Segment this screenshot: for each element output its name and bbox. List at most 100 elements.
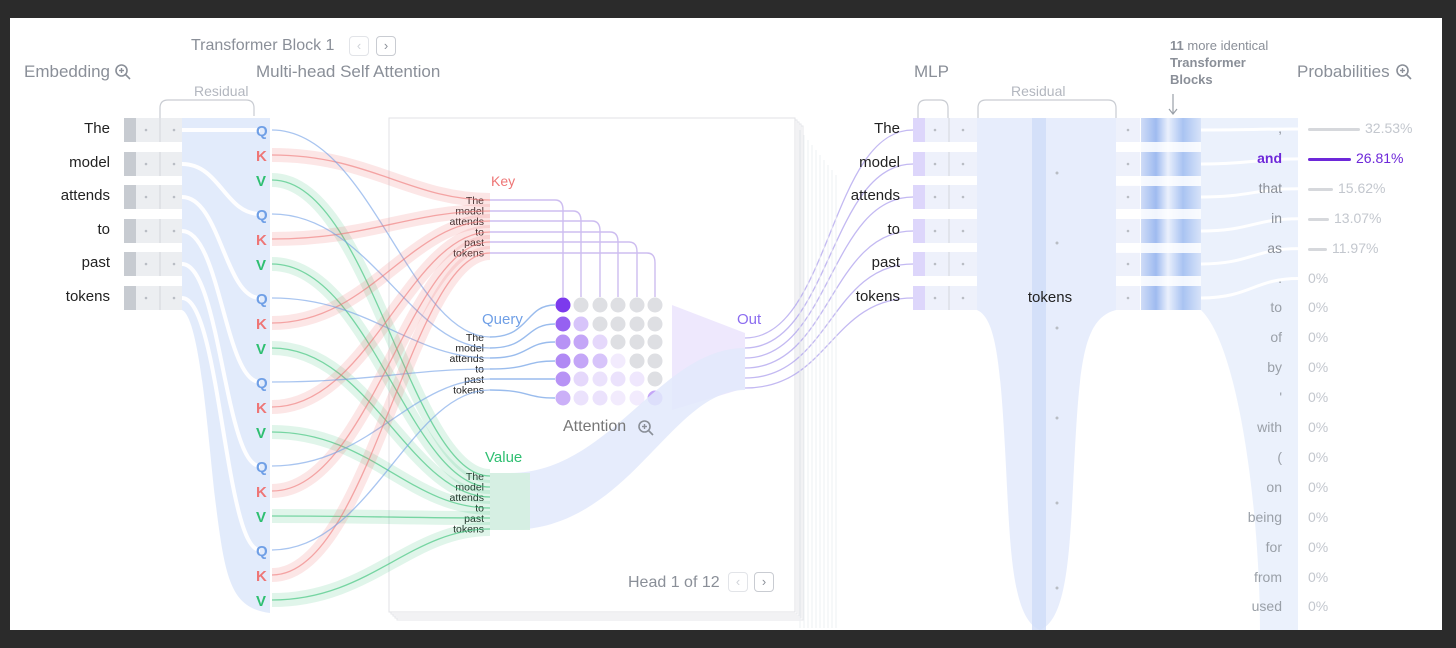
mlp-vector [925,152,977,176]
key-label: Key [491,173,516,189]
embedding-columns [124,118,182,310]
input-token: The [84,120,110,137]
mlp-vector [925,185,977,209]
embedding-dot [172,262,176,266]
probability-token[interactable]: ( [1222,449,1282,465]
probability-value: 11.97% [1332,239,1379,256]
embedding-dot [144,262,148,266]
mlp-cell [913,152,925,176]
attention-cell [573,316,589,332]
attention-cell [592,334,608,350]
probability-token[interactable]: on [1222,479,1282,495]
mlp-dot [933,262,937,266]
block-row-gap [1116,176,1201,186]
mlp-input-token: model [859,154,900,171]
probability-token[interactable]: of [1222,329,1282,345]
attention-cell [592,371,608,387]
probability-token[interactable]: as [1222,240,1282,256]
out-label: Out [737,311,762,328]
probability-token[interactable]: by [1222,359,1282,375]
residual-label-2: Residual [1011,83,1066,99]
prev-head-button[interactable]: ‹ [728,572,748,592]
attention-cell [573,390,589,406]
probabilities-zoom-icon[interactable] [1395,63,1413,81]
mlp-dot [933,128,937,132]
attention-cell [555,390,571,406]
probability-token[interactable]: in [1222,210,1282,226]
mlp-dot [933,195,937,199]
probability-token[interactable]: with [1222,419,1282,435]
mlp-dot [933,229,937,233]
attention-cell [573,371,589,387]
probability-bar [1308,128,1360,131]
mlp-hidden-dot [1055,241,1059,245]
attention-label: Attention [563,418,627,435]
mlp-dot [961,195,965,199]
head-label: Head 1 of 12 [628,574,720,591]
mlp-hidden-dot [1055,326,1059,330]
probability-value: 0% [1308,329,1329,346]
more-blocks-count: 11 [1170,38,1184,53]
next-head-button[interactable]: › [754,572,774,592]
embedding-dot [144,296,148,300]
probability-value: 0% [1308,568,1329,585]
v-letter: V [256,257,266,274]
attention-zoom-icon[interactable] [637,419,655,437]
residual-bracket-right [977,99,1117,118]
attention-cell-masked [647,297,663,313]
attention-header: Multi-head Self Attention [256,62,441,81]
probability-value: 0% [1308,359,1329,376]
probability-value: 0% [1308,299,1329,316]
probability-token[interactable]: being [1222,509,1282,525]
prev-block-button[interactable]: ‹ [349,36,369,56]
probability-token[interactable]: to [1222,299,1282,315]
attention-cell [573,334,589,350]
mlp-vector [925,286,977,310]
probability-value: 26.81% [1356,149,1404,166]
transformer-visualization: Q K V Q K V Q K V Q K V Q K V Q K V The model attends to past t… [10,18,1442,630]
attention-cell [555,297,571,313]
probability-token[interactable]: that [1222,180,1282,196]
value-label: Value [485,449,523,466]
input-token: past [81,254,110,271]
embedding-zoom-icon[interactable] [114,63,132,81]
attention-cell [592,353,608,369]
attention-cell [610,353,626,369]
mlp-center-token: tokens [1027,289,1073,306]
k-letter: K [256,568,267,585]
probability-bar [1308,247,1327,251]
embedding-dot [172,128,176,132]
attention-cell-masked [573,297,589,313]
embedding-cell [124,219,136,243]
probability-token[interactable]: , [1222,120,1282,136]
out-dot [1126,262,1130,266]
q-letter: Q [256,291,268,308]
attention-cell [555,353,571,369]
embedding-dot [144,128,148,132]
probability-bar [1308,217,1329,221]
attention-cell [555,316,571,332]
embedding-dot [144,229,148,233]
q-letter: Q [256,375,268,392]
mlp-dot [961,296,965,300]
embedding-dot [172,296,176,300]
probability-value: 0% [1308,269,1329,286]
k-letter: K [256,316,267,333]
attention-cell-masked [629,316,645,332]
probability-token[interactable]: ' [1222,389,1282,405]
next-block-button[interactable]: › [376,36,396,56]
mlp-input-token: to [887,221,900,238]
embedding-dot [144,195,148,199]
probability-token[interactable]: . [1222,270,1282,286]
probability-token[interactable]: for [1222,539,1282,555]
probability-token[interactable]: from [1222,569,1282,585]
embedding-cell [124,118,136,142]
q-letter: Q [256,123,268,140]
embedding-dot [172,229,176,233]
probability-token[interactable]: and [1222,150,1282,166]
probability-token[interactable]: used [1222,598,1282,614]
out-dot [1126,296,1130,300]
k-letter: K [256,484,267,501]
mlp-dot [961,162,965,166]
mlp-columns [913,118,977,310]
